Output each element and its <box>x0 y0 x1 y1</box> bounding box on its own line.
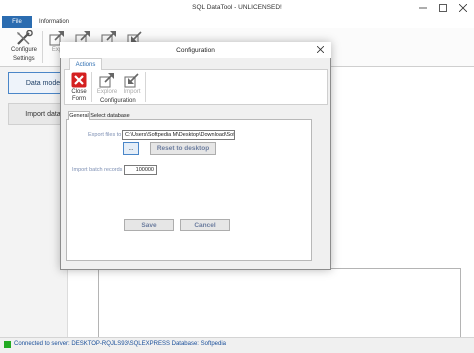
import-icon <box>124 73 139 88</box>
close-form-button[interactable]: Close Form <box>68 72 90 102</box>
general-tab-panel <box>66 119 312 261</box>
tab-general[interactable]: General <box>68 111 90 120</box>
explore-icon <box>99 73 114 88</box>
maximize-icon <box>439 3 447 12</box>
import-config-button[interactable]: Import <box>121 72 143 95</box>
app-title: SQL DataTool - UNLICENSED! <box>192 4 282 11</box>
connection-status-indicator <box>4 341 11 348</box>
maximize-button[interactable] <box>433 0 453 15</box>
status-text: Connected to server: DESKTOP-RQJLS93\SQL… <box>14 341 226 347</box>
configure-label: Configure <box>10 47 37 53</box>
dialog-ribbon-divider <box>91 72 92 102</box>
tab-select-database[interactable]: Select database <box>90 112 130 120</box>
minimize-icon <box>419 7 427 8</box>
close-form-icon <box>71 72 87 88</box>
configuration-group-label: Configuration <box>100 98 136 104</box>
import-batch-label: Import batch records <box>72 167 123 173</box>
explore-label: Explore <box>96 89 118 95</box>
explore-button[interactable]: Explore <box>95 72 119 95</box>
dialog-ribbon-divider-2 <box>145 72 146 102</box>
save-button[interactable]: Save <box>124 219 174 231</box>
wrench-screwdriver-icon <box>17 30 33 45</box>
content-panel <box>98 268 461 338</box>
close-label: Close <box>71 89 87 95</box>
tab-actions[interactable]: Actions <box>69 58 102 70</box>
close-icon <box>459 3 467 12</box>
tab-file[interactable]: File <box>2 16 32 28</box>
reset-to-desktop-button[interactable]: Reset to desktop <box>150 142 216 155</box>
close-icon <box>316 46 324 53</box>
ribbon-divider <box>42 31 43 63</box>
dialog-close-button[interactable] <box>313 43 327 56</box>
minimize-button[interactable] <box>413 0 433 15</box>
cancel-button[interactable]: Cancel <box>180 219 230 231</box>
close-window-button[interactable] <box>453 0 473 15</box>
settings-group-label: Settings <box>13 56 35 62</box>
tab-information[interactable]: Information <box>35 16 73 28</box>
form-label: Form <box>72 96 86 102</box>
import-label: Import <box>123 89 141 95</box>
import-batch-field[interactable]: 100000 <box>124 165 157 175</box>
dialog-title: Configuration <box>176 47 215 54</box>
export-files-label: Export files to <box>88 132 122 138</box>
configure-button[interactable]: Configure <box>8 30 40 53</box>
export-path-field[interactable]: C:\Users\Softpedia M\Desktop\Download\So… <box>122 130 235 140</box>
browse-button[interactable]: ... <box>123 142 139 155</box>
